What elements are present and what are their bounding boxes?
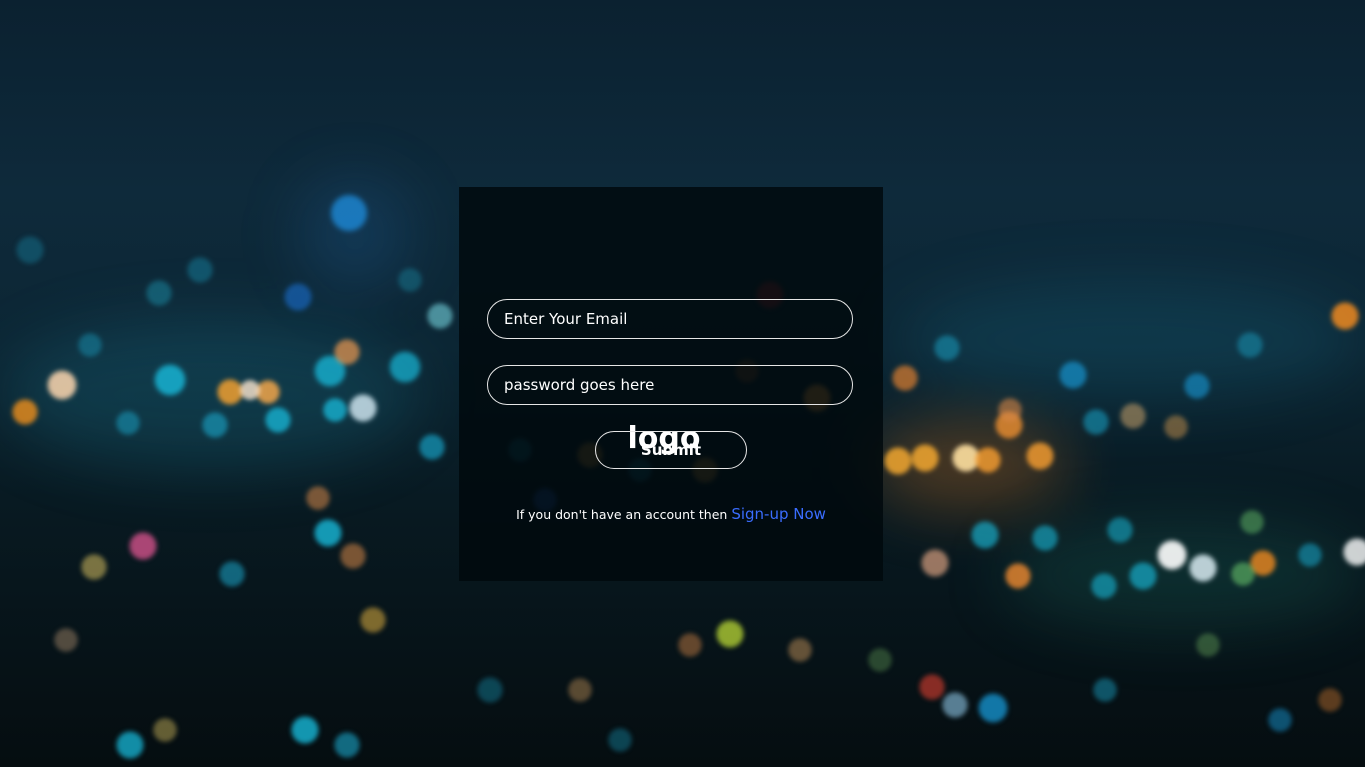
bokeh-light [152,717,178,743]
bokeh-light [388,350,422,384]
bokeh-light [348,393,378,423]
bokeh-light [80,553,108,581]
bokeh-light [153,363,187,397]
bokeh-light [218,560,246,588]
bokeh-light [201,411,229,439]
bokeh-light [1106,516,1134,544]
bokeh-light [333,338,361,366]
bokeh-light [1317,687,1343,713]
bokeh-light [1195,632,1221,658]
bokeh-light [1163,414,1189,440]
bokeh-light [941,691,969,719]
bokeh-light [1025,441,1055,471]
signup-prompt: If you don't have an account then [516,507,728,522]
bokeh-light [1330,301,1360,331]
bokeh-light [53,627,79,653]
bokeh-light [426,302,454,330]
bokeh-light [333,731,361,759]
bokeh-light [115,730,145,760]
submit-button[interactable]: Submit [595,431,747,469]
bokeh-light [418,433,446,461]
bokeh-light [1004,562,1032,590]
bokeh-light [677,632,703,658]
bokeh-light [46,369,78,401]
signup-row: If you don't have an account then Sign-u… [459,504,883,525]
bokeh-light [359,606,387,634]
bokeh-light [891,364,919,392]
bokeh-light [1188,553,1218,583]
login-card: logo Submit If you don't have an account… [459,187,883,581]
bokeh-light [974,446,1002,474]
bokeh-light [1058,360,1088,390]
bokeh-light [1156,539,1188,571]
bokeh-light [1239,509,1265,535]
bokeh-light [977,692,1009,724]
bokeh-light [1236,331,1264,359]
bokeh-light [918,673,946,701]
bokeh-light [313,518,343,548]
bokeh-light [1092,677,1118,703]
password-input[interactable] [487,365,853,405]
bokeh-light [283,282,313,312]
bokeh-light [567,677,593,703]
bokeh-light [1297,542,1323,568]
bokeh-light [883,446,913,476]
bokeh-light [339,542,367,570]
bokeh-light [264,406,292,434]
bokeh-light [787,637,813,663]
bokeh-light [322,397,348,423]
bokeh-light [1230,561,1256,587]
bokeh-light [115,410,141,436]
bokeh-light [239,379,261,401]
bokeh-light [1183,372,1211,400]
bokeh-light [910,443,940,473]
bokeh-light [867,647,893,673]
bokeh-light [1342,537,1365,567]
bokeh-light [15,235,45,265]
bokeh-light [1267,707,1293,733]
bokeh-light [970,520,1000,550]
bokeh-light [1031,524,1059,552]
bokeh-light [1119,402,1147,430]
login-page: logo Submit If you don't have an account… [0,0,1365,767]
signup-link[interactable]: Sign-up Now [731,505,826,523]
bokeh-light [128,531,158,561]
bokeh-light [476,676,504,704]
bokeh-light [329,193,369,233]
bokeh-light [607,727,633,753]
bokeh-light [1082,408,1110,436]
bokeh-light [1128,561,1158,591]
bokeh-light [933,334,961,362]
bokeh-light [186,256,214,284]
bokeh-light [1090,572,1118,600]
bokeh-light [397,267,423,293]
bokeh-light [715,619,745,649]
bokeh-light [305,485,331,511]
bokeh-light [290,715,320,745]
bokeh-light [920,548,950,578]
bokeh-light [11,398,39,426]
bokeh-light [997,397,1023,423]
bokeh-light [145,279,173,307]
email-input[interactable] [487,299,853,339]
bokeh-light [77,332,103,358]
